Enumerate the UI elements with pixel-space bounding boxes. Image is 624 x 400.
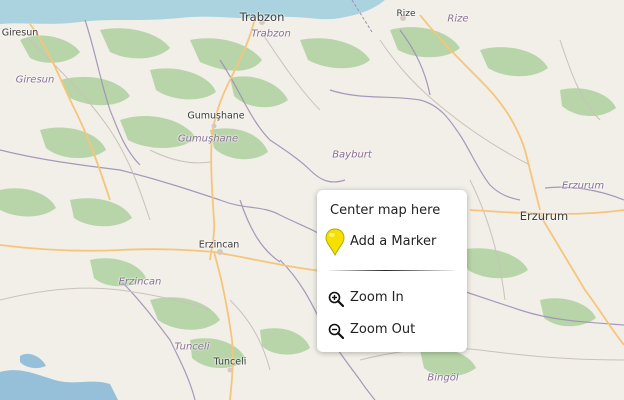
center-map-here-label: Center map here <box>330 203 441 218</box>
zoom-out-label: Zoom Out <box>350 322 416 337</box>
zoom-in-label: Zoom In <box>350 290 404 305</box>
map-canvas[interactable] <box>0 0 624 400</box>
map-label-bayburt-region: Bayburt <box>332 149 372 161</box>
map-label-erzincan: Erzincan <box>198 239 240 251</box>
map-label-tunceli: Tunceli <box>213 356 247 368</box>
map-label-erzurum: Erzurum <box>519 209 569 223</box>
add-marker-label: Add a Marker <box>350 234 437 249</box>
map-label-giresun-region: Giresun <box>15 74 55 86</box>
add-marker-item[interactable]: Add a Marker <box>317 228 467 256</box>
magnifier-minus-icon <box>328 323 344 339</box>
map-context-menu: Center map here Add a Marker Zoom In Zoo… <box>317 190 467 352</box>
map-label-erzurum-region: Erzurum <box>561 180 605 192</box>
map-label-erzincan-region: Erzincan <box>118 276 162 288</box>
map-label-gumushane: Gumuşhane <box>187 110 245 122</box>
forest-areas <box>0 27 616 377</box>
map-label-gumushane-region: Gumuşhane <box>177 133 239 145</box>
context-menu-separator <box>329 270 455 271</box>
magnifier-plus-icon <box>328 291 344 307</box>
map-label-giresun: Giresun <box>1 27 39 39</box>
black-sea <box>0 0 385 24</box>
map-label-tunceli-region: Tunceli <box>174 341 210 353</box>
map-label-trabzon: Trabzon <box>239 10 285 24</box>
map-label-rize: Rize <box>396 9 416 19</box>
map-label-trabzon-region: Trabzon <box>251 28 291 40</box>
zoom-in-item[interactable]: Zoom In <box>317 288 467 310</box>
map-label-rize-region: Rize <box>447 13 469 25</box>
map-pin-marker-icon <box>325 228 345 256</box>
zoom-out-item[interactable]: Zoom Out <box>317 320 467 342</box>
map-label-bingol-region: Bingöl <box>427 372 459 384</box>
water-bodies <box>0 353 118 400</box>
center-map-here-item[interactable]: Center map here <box>317 202 467 224</box>
